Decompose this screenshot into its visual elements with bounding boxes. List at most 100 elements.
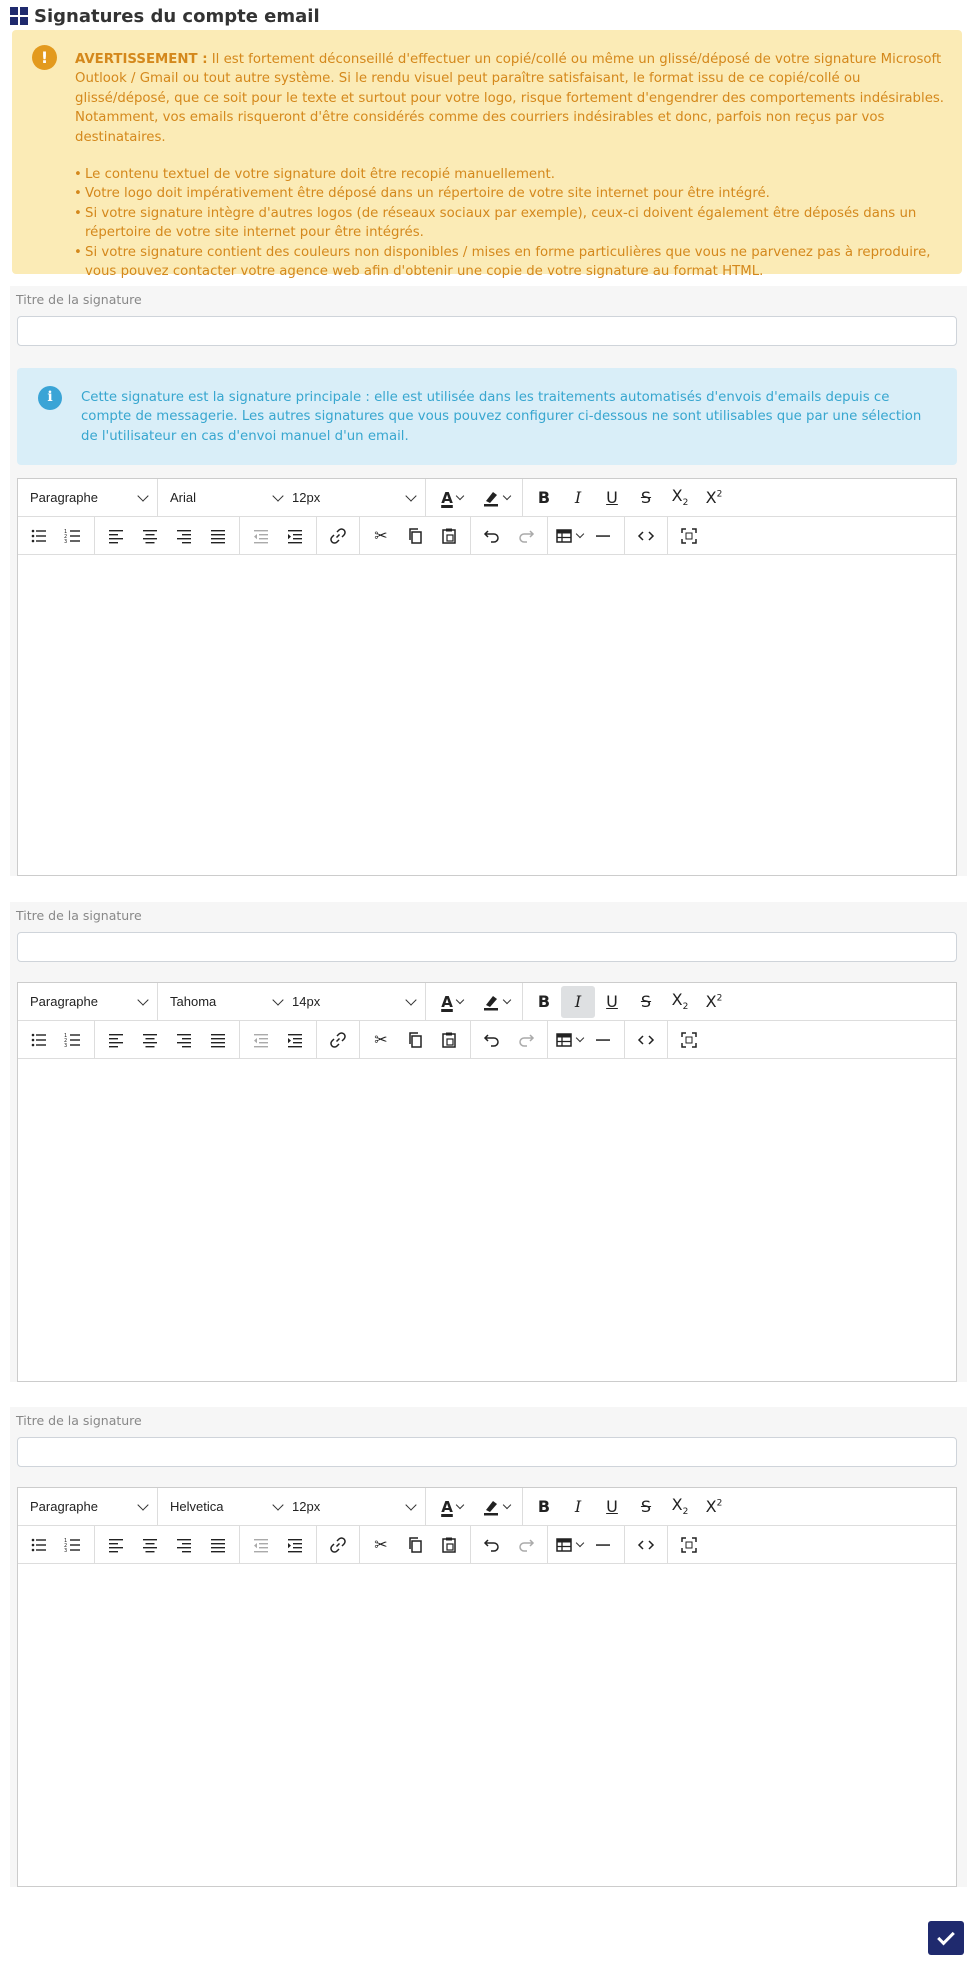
- editor-content-area[interactable]: [18, 1564, 956, 1886]
- outdent-button[interactable]: [244, 520, 278, 552]
- superscript-button[interactable]: X2: [697, 1491, 731, 1523]
- signature-title-input[interactable]: [17, 316, 957, 346]
- font-family-select[interactable]: Tahoma: [158, 983, 292, 1020]
- strikethrough-button[interactable]: S: [629, 986, 663, 1018]
- align-center-button[interactable]: [133, 1024, 167, 1056]
- block-format-select[interactable]: Paragraphe: [18, 1488, 158, 1525]
- source-code-button[interactable]: [629, 1024, 663, 1056]
- bold-button[interactable]: B: [527, 482, 561, 514]
- bold-button[interactable]: B: [527, 986, 561, 1018]
- editor-content-area[interactable]: [18, 1059, 956, 1381]
- subscript-button[interactable]: X2: [663, 1491, 697, 1523]
- link-button[interactable]: [321, 520, 355, 552]
- copy-button[interactable]: [398, 520, 432, 552]
- bold-button[interactable]: B: [527, 1491, 561, 1523]
- fullscreen-group: [668, 1021, 710, 1058]
- horizontal-rule-button[interactable]: [586, 520, 620, 552]
- table-button[interactable]: [552, 1529, 586, 1561]
- signature-title-label: Titre de la signature: [16, 292, 142, 307]
- copy-button[interactable]: [398, 1024, 432, 1056]
- horizontal-rule-button[interactable]: [586, 1024, 620, 1056]
- signature-title-label: Titre de la signature: [16, 1413, 142, 1428]
- link-button[interactable]: [321, 1024, 355, 1056]
- highlight-color-button[interactable]: [474, 482, 518, 514]
- outdent-button[interactable]: [244, 1024, 278, 1056]
- copy-button[interactable]: [398, 1529, 432, 1561]
- strikethrough-button[interactable]: S: [629, 482, 663, 514]
- block-format-select[interactable]: Paragraphe: [18, 983, 158, 1020]
- fullscreen-button[interactable]: [672, 1024, 706, 1056]
- undo-button[interactable]: [475, 1529, 509, 1561]
- bullet-list-button[interactable]: [22, 520, 56, 552]
- numbered-list-button[interactable]: 123: [56, 1024, 90, 1056]
- subscript-button[interactable]: X2: [663, 482, 697, 514]
- align-justify-button[interactable]: [201, 520, 235, 552]
- signature-title-input[interactable]: [17, 1437, 957, 1467]
- highlight-color-button[interactable]: [474, 986, 518, 1018]
- paste-button[interactable]: [432, 520, 466, 552]
- horizontal-rule-button[interactable]: [586, 1529, 620, 1561]
- signature-title-input[interactable]: [17, 932, 957, 962]
- align-center-button[interactable]: [133, 520, 167, 552]
- editor-content-area[interactable]: [18, 555, 956, 875]
- align-left-button[interactable]: [99, 1529, 133, 1561]
- indent-button[interactable]: [278, 1529, 312, 1561]
- underline-button[interactable]: U: [595, 986, 629, 1018]
- text-color-button[interactable]: A: [430, 1491, 474, 1523]
- align-left-button[interactable]: [99, 520, 133, 552]
- font-family-select[interactable]: Helvetica: [158, 1488, 292, 1525]
- indent-button[interactable]: [278, 520, 312, 552]
- font-size-select[interactable]: 14px: [292, 983, 426, 1020]
- underline-button[interactable]: U: [595, 482, 629, 514]
- table-button[interactable]: [552, 1024, 586, 1056]
- paste-icon: [442, 528, 456, 544]
- align-left-button[interactable]: [99, 1024, 133, 1056]
- font-size-select[interactable]: 12px: [292, 479, 426, 516]
- italic-button[interactable]: I: [561, 1491, 595, 1523]
- superscript-button[interactable]: X2: [697, 482, 731, 514]
- highlight-color-button[interactable]: [474, 1491, 518, 1523]
- source-code-button[interactable]: [629, 520, 663, 552]
- bullet-list-button[interactable]: [22, 1024, 56, 1056]
- cut-button[interactable]: ✂: [364, 520, 398, 552]
- align-right-button[interactable]: [167, 520, 201, 552]
- italic-button[interactable]: I: [561, 482, 595, 514]
- undo-button[interactable]: [475, 520, 509, 552]
- cut-button[interactable]: ✂: [364, 1529, 398, 1561]
- text-color-button[interactable]: A: [430, 482, 474, 514]
- bold-icon: B: [537, 992, 551, 1011]
- font-family-select[interactable]: Arial: [158, 479, 292, 516]
- warning-item: Si votre signature contient des couleurs…: [74, 243, 955, 282]
- superscript-button[interactable]: X2: [697, 986, 731, 1018]
- link-button[interactable]: [321, 1529, 355, 1561]
- align-justify-button[interactable]: [201, 1024, 235, 1056]
- fullscreen-button[interactable]: [672, 520, 706, 552]
- redo-button[interactable]: [509, 1024, 543, 1056]
- redo-button[interactable]: [509, 520, 543, 552]
- redo-button[interactable]: [509, 1529, 543, 1561]
- indent-button[interactable]: [278, 1024, 312, 1056]
- cut-button[interactable]: ✂: [364, 1024, 398, 1056]
- table-button[interactable]: [552, 520, 586, 552]
- align-center-button[interactable]: [133, 1529, 167, 1561]
- block-format-select[interactable]: Paragraphe: [18, 479, 158, 516]
- outdent-button[interactable]: [244, 1529, 278, 1561]
- text-color-button[interactable]: A: [430, 986, 474, 1018]
- save-button[interactable]: [928, 1921, 964, 1955]
- undo-button[interactable]: [475, 1024, 509, 1056]
- fullscreen-button[interactable]: [672, 1529, 706, 1561]
- bullet-list-button[interactable]: [22, 1529, 56, 1561]
- paste-button[interactable]: [432, 1529, 466, 1561]
- italic-button[interactable]: I: [561, 985, 595, 1018]
- numbered-list-button[interactable]: 123: [56, 520, 90, 552]
- font-size-select[interactable]: 12px: [292, 1488, 426, 1525]
- numbered-list-button[interactable]: 123: [56, 1529, 90, 1561]
- align-right-button[interactable]: [167, 1529, 201, 1561]
- align-right-button[interactable]: [167, 1024, 201, 1056]
- source-code-button[interactable]: [629, 1529, 663, 1561]
- underline-button[interactable]: U: [595, 1491, 629, 1523]
- align-justify-button[interactable]: [201, 1529, 235, 1561]
- strikethrough-button[interactable]: S: [629, 1491, 663, 1523]
- subscript-button[interactable]: X2: [663, 986, 697, 1018]
- paste-button[interactable]: [432, 1024, 466, 1056]
